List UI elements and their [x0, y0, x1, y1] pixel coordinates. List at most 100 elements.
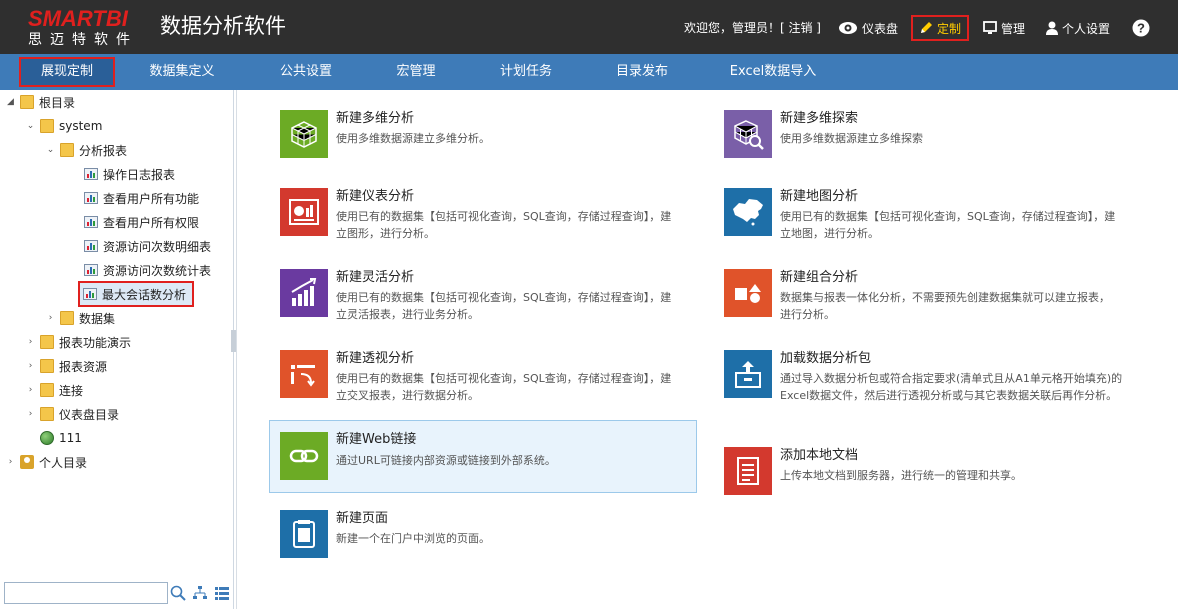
search-icon[interactable] [170, 585, 186, 601]
report-chart-icon [84, 168, 98, 180]
tree-report-item[interactable]: 资源访问次数统计表 [84, 259, 211, 281]
tree-node-label: 分析报表 [79, 143, 128, 158]
card-description: 使用已有的数据集【包括可视化查询，SQL查询，存储过程查询】，建立图形，进行分析… [336, 210, 672, 240]
manage-button[interactable]: 管理 [983, 17, 1025, 39]
tree-node-label: 操作日志报表 [103, 167, 176, 182]
tree-node-system[interactable]: ⌄ system [26, 115, 102, 137]
personal-settings-button[interactable]: 个人设置 [1046, 17, 1110, 39]
tree-node-folder[interactable]: › 报表功能演示 [26, 331, 131, 353]
new-page-card[interactable]: 新建页面 新建一个在门户中浏览的页面。 [270, 510, 698, 584]
new-map-analysis-card[interactable]: 新建地图分析 使用已有的数据集【包括可视化查询，SQL查询，存储过程查询】，建立… [714, 188, 1142, 262]
tab-scheduled-tasks[interactable]: 计划任务 [480, 54, 572, 90]
tree-report-item[interactable]: 操作日志报表 [84, 163, 175, 185]
tab-excel-import[interactable]: Excel数据导入 [716, 54, 830, 90]
new-web-link-card[interactable]: 新建Web链接 通过URL可链接内部资源或链接到外部系统。 [269, 420, 697, 493]
pivot-table-icon [280, 350, 328, 398]
tree-node-folder[interactable]: › 仪表盘目录 [26, 403, 119, 425]
folder-icon [40, 335, 54, 349]
tree-node-111[interactable]: 111 [40, 427, 82, 449]
dashboard-button[interactable]: 仪表盘 [838, 17, 898, 39]
card-title: 添加本地文档 [780, 448, 859, 463]
shapes-combine-icon [724, 269, 772, 317]
growth-bar-chart-icon [280, 269, 328, 317]
tree-node-label: 资源访问次数明细表 [103, 239, 212, 254]
tree-node-analysis-reports[interactable]: ⌄ 分析报表 [46, 139, 127, 161]
collapse-arrow-icon[interactable]: ⌄ [46, 145, 55, 155]
logo-text: SMARTBI [28, 6, 128, 31]
report-chart-icon [83, 288, 97, 300]
document-icon [724, 447, 772, 495]
new-combined-analysis-card[interactable]: 新建组合分析 数据集与报表一体化分析，不需要预先创建数据集就可以建立报表，进行分… [714, 269, 1142, 343]
card-title: 新建Web链接 [336, 432, 417, 447]
tree-report-item[interactable]: 查看用户所有功能 [84, 187, 199, 209]
tree-node-root[interactable]: ◢ 根目录 [6, 91, 75, 113]
upload-box-icon [724, 350, 772, 398]
smartbi-logo: SMARTBI 思迈特软件 [28, 6, 146, 49]
card-description: 使用已有的数据集【包括可视化查询，SQL查询，存储过程查询】，建立交叉报表，进行… [336, 372, 672, 402]
dashboard-icon [280, 188, 328, 236]
cube-search-icon [724, 110, 772, 158]
tab-display-customize[interactable]: 展现定制 [19, 57, 115, 87]
link-icon [280, 432, 328, 480]
customize-label: 定制 [937, 21, 962, 36]
new-olap-analysis-card[interactable]: 新建多维分析 使用多维数据源建立多维分析。 [270, 110, 698, 184]
tree-node-label: 报表资源 [59, 359, 108, 374]
tree-node-personal[interactable]: › 个人目录 [6, 451, 87, 473]
report-chart-icon [84, 216, 98, 228]
tree-node-label: 报表功能演示 [59, 335, 132, 350]
expand-arrow-icon[interactable]: › [26, 385, 35, 395]
tree-node-label: 根目录 [39, 95, 76, 110]
add-local-document-card[interactable]: 添加本地文档 上传本地文档到服务器，进行统一的管理和共享。 [714, 447, 1142, 521]
database-globe-icon [40, 431, 54, 445]
report-chart-icon [84, 240, 98, 252]
help-button[interactable]: ? [1132, 17, 1150, 39]
tree-search-input[interactable] [4, 582, 168, 604]
tree-node-dataset[interactable]: › 数据集 [46, 307, 115, 329]
tree-node-label: 个人目录 [39, 455, 88, 470]
tree-node-label: 查看用户所有权限 [103, 215, 200, 230]
tree-node-label: 最大会话数分析 [102, 287, 187, 302]
card-title: 新建地图分析 [780, 189, 859, 204]
tree-node-label: 111 [59, 431, 82, 445]
tab-dataset-definition[interactable]: 数据集定义 [132, 54, 232, 90]
folder-icon [40, 119, 54, 133]
tree-node-label: 查看用户所有功能 [103, 191, 200, 206]
tree-view-icon[interactable] [192, 585, 208, 601]
tab-directory-publish[interactable]: 目录发布 [596, 54, 688, 90]
collapse-arrow-icon[interactable]: ◢ [6, 97, 15, 107]
help-icon: ? [1132, 19, 1150, 37]
user-icon [1046, 21, 1058, 35]
tab-macro-management[interactable]: 宏管理 [376, 54, 456, 90]
expand-arrow-icon[interactable]: › [26, 409, 35, 419]
tree-report-item[interactable]: 查看用户所有权限 [84, 211, 199, 233]
welcome-logout-text[interactable]: 欢迎您，管理员！[ 注销 ] [684, 20, 821, 36]
logo-subtext: 思迈特软件 [28, 32, 138, 48]
new-dashboard-analysis-card[interactable]: 新建仪表分析 使用已有的数据集【包括可视化查询，SQL查询，存储过程查询】，建立… [270, 188, 698, 262]
load-data-package-card[interactable]: 加载数据分析包 通过导入数据分析包或符合指定要求(清单式且从A1单元格开始填充)… [714, 350, 1142, 434]
manage-label: 管理 [1001, 21, 1026, 36]
expand-arrow-icon[interactable]: › [26, 361, 35, 371]
customize-button[interactable]: 定制 [911, 15, 970, 41]
list-view-icon[interactable] [214, 585, 230, 601]
card-title: 新建多维分析 [336, 111, 415, 126]
expand-arrow-icon[interactable]: › [46, 313, 55, 323]
tree-node-folder[interactable]: › 报表资源 [26, 355, 107, 377]
card-title: 加载数据分析包 [780, 351, 872, 366]
tree-report-item-selected[interactable]: 最大会话数分析 [78, 281, 195, 307]
expand-arrow-icon[interactable]: › [26, 337, 35, 347]
dashboard-label: 仪表盘 [862, 21, 899, 36]
expand-arrow-icon[interactable]: › [6, 457, 15, 467]
card-description: 上传本地文档到服务器，进行统一的管理和共享。 [780, 469, 1022, 482]
new-olap-explore-card[interactable]: 新建多维探索 使用多维数据源建立多维探索 [714, 110, 1142, 184]
new-flexible-analysis-card[interactable]: 新建灵活分析 使用已有的数据集【包括可视化查询，SQL查询，存储过程查询】，建立… [270, 269, 698, 343]
collapse-arrow-icon[interactable]: ⌄ [26, 121, 35, 131]
tab-public-settings[interactable]: 公共设置 [260, 54, 352, 90]
tree-node-label: 连接 [59, 383, 84, 398]
new-pivot-analysis-card[interactable]: 新建透视分析 使用已有的数据集【包括可视化查询，SQL查询，存储过程查询】，建立… [270, 350, 698, 424]
new-page-icon [280, 510, 328, 558]
card-description: 通过URL可链接内部资源或链接到外部系统。 [336, 454, 556, 467]
main-nav: 展现定制 数据集定义 公共设置 宏管理 计划任务 目录发布 Excel数据导入 [0, 54, 1178, 90]
tree-report-item[interactable]: 资源访问次数明细表 [84, 235, 211, 257]
tree-node-folder[interactable]: › 连接 [26, 379, 83, 401]
card-title: 新建仪表分析 [336, 189, 415, 204]
